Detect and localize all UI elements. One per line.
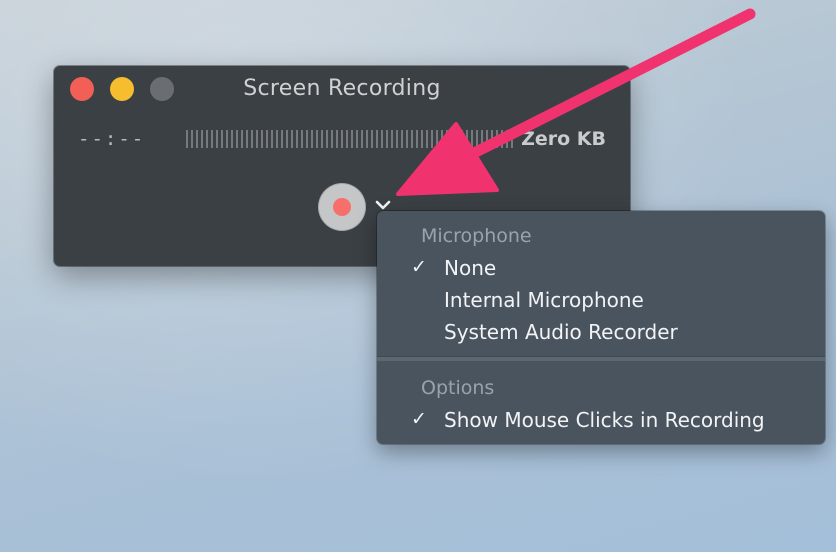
record-button[interactable] [318,183,366,231]
menu-section-header-microphone: Microphone [421,225,532,247]
menu-item-none[interactable]: ✓ None [377,253,825,285]
options-dropdown-menu: Microphone ✓ None Internal Microphone Sy… [377,211,825,444]
menu-item-label: Internal Microphone [444,288,644,312]
window-title: Screen Recording [243,76,441,101]
menu-item-show-mouse-clicks[interactable]: ✓ Show Mouse Clicks in Recording [377,405,825,437]
checkmark-icon: ✓ [411,408,427,430]
title-bar[interactable]: Screen Recording [54,66,630,110]
file-size: Zero KB [521,128,606,150]
elapsed-time: --:-- [78,128,146,150]
record-dot-icon [333,198,351,216]
menu-item-internal-microphone[interactable]: Internal Microphone [377,285,825,317]
menu-item-label: Show Mouse Clicks in Recording [444,408,765,432]
menu-section-header-options: Options [421,377,495,399]
audio-level-meter [186,130,514,148]
menu-item-label: None [444,256,497,280]
menu-item-label: System Audio Recorder [444,320,678,344]
checkmark-icon: ✓ [411,256,427,278]
menu-separator [377,356,825,361]
menu-item-system-audio-recorder[interactable]: System Audio Recorder [377,317,825,349]
